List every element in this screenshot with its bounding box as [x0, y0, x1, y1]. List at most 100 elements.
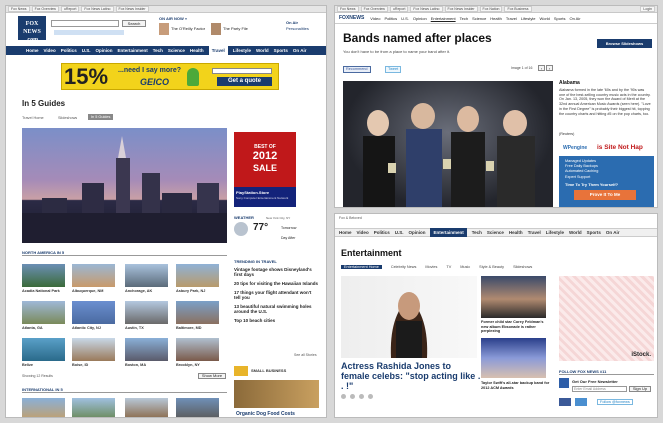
show-name[interactable]: The Party File: [223, 26, 248, 31]
nav-science[interactable]: Science: [168, 48, 185, 53]
show-more-button[interactable]: Show More: [198, 373, 226, 379]
personalities-link[interactable]: Personalities: [286, 26, 309, 31]
nav-tech[interactable]: Tech: [472, 230, 482, 235]
login-link[interactable]: Login: [640, 6, 655, 12]
nav-opinion[interactable]: Opinion: [95, 48, 112, 53]
city-caption[interactable]: Baltimore, MD: [176, 326, 202, 330]
nav-us[interactable]: U.S.: [395, 230, 404, 235]
nav-politics[interactable]: Politics: [374, 230, 390, 235]
search-input[interactable]: [51, 20, 119, 27]
subnav-in5-guides[interactable]: In 5 Guides: [88, 114, 114, 120]
nav-sports[interactable]: Sports: [554, 16, 566, 21]
nav-home[interactable]: Home: [26, 48, 39, 53]
city-caption[interactable]: Asbury Park, NJ: [176, 289, 205, 293]
city-thumb[interactable]: [125, 264, 168, 287]
istock-ad[interactable]: iStock.: [559, 276, 654, 361]
previous-arrow-icon[interactable]: ‹: [538, 65, 545, 71]
organic-dog-food-link[interactable]: Organic Dog Food Costs: [236, 411, 295, 417]
subnav-slideshows[interactable]: Slideshows: [513, 265, 532, 269]
nav-sports[interactable]: Sports: [274, 48, 288, 53]
nav-health[interactable]: Health: [190, 48, 204, 53]
subnav-travel-home[interactable]: Travel Home: [22, 116, 44, 120]
city-caption[interactable]: Atlantic City, NJ: [72, 326, 101, 330]
nav-entertainment[interactable]: Entertainment: [117, 48, 147, 53]
nav-travel[interactable]: Travel: [506, 16, 517, 21]
subnav-celebrity-news[interactable]: Celebrity News: [391, 265, 417, 269]
subnav-tv[interactable]: TV: [446, 265, 451, 269]
facebook-like-icon[interactable]: [559, 398, 571, 406]
city-thumb[interactable]: [22, 301, 65, 324]
city-caption[interactable]: Anchorage, AK: [125, 289, 152, 293]
nav-lifestyle[interactable]: Lifestyle: [521, 16, 536, 21]
nav-travel[interactable]: Travel: [208, 46, 228, 55]
fox-news-logo[interactable]: FOX NEWS .com: [18, 16, 46, 43]
email-input[interactable]: Enter Email Address: [572, 386, 627, 392]
fox-news-logo[interactable]: FOXNEWS: [339, 15, 364, 21]
ad-zip-input[interactable]: [212, 68, 272, 74]
city-caption[interactable]: Albuquerque, NM: [72, 289, 103, 293]
comment-icon[interactable]: [341, 394, 346, 399]
city-thumb[interactable]: [176, 264, 219, 287]
side-story-image[interactable]: [481, 276, 546, 318]
nav-politics[interactable]: Politics: [61, 48, 77, 53]
ad-cta-button[interactable]: Prove It To Me: [574, 190, 636, 200]
nav-lifestyle[interactable]: Lifestyle: [546, 230, 564, 235]
city-caption[interactable]: Acadia National Park: [22, 289, 60, 293]
nav-science[interactable]: Science: [487, 230, 504, 235]
bookmark-item[interactable]: Fox News: [337, 6, 359, 12]
bookmark-item[interactable]: Fox News: [8, 6, 30, 12]
nav-opinion[interactable]: Opinion: [413, 16, 427, 21]
city-caption[interactable]: Brooklyn, NY: [176, 363, 200, 367]
bookmark-item[interactable]: Fox Nation: [479, 6, 503, 12]
band-photo[interactable]: [343, 81, 553, 207]
nav-tech[interactable]: Tech: [460, 16, 468, 21]
nav-lifestyle[interactable]: Lifestyle: [233, 48, 251, 53]
subnav-music[interactable]: Music: [460, 265, 470, 269]
nav-science[interactable]: Science: [472, 16, 486, 21]
city-caption[interactable]: Boise, ID: [72, 363, 88, 367]
trending-item[interactable]: 13 beautiful natural swimming holes arou…: [234, 304, 319, 314]
city-thumb[interactable]: [22, 398, 65, 417]
nav-health[interactable]: Health: [490, 16, 502, 21]
city-thumb[interactable]: [22, 338, 65, 361]
side-story-headline[interactable]: Former child star Corey Feldman's new al…: [481, 320, 551, 334]
next-arrow-icon[interactable]: ›: [546, 65, 553, 71]
tweet-button[interactable]: Tweet: [385, 66, 402, 73]
nav-video[interactable]: Video: [44, 48, 56, 53]
nav-us[interactable]: U.S.: [401, 16, 409, 21]
show-name[interactable]: The O'Reilly Factor: [171, 26, 205, 31]
facebook-recommend-button[interactable]: Recommend: [343, 66, 371, 73]
geico-ad-banner[interactable]: 15% ...need I say more? GEICO Get a quot…: [61, 63, 279, 90]
subnav-style-beauty[interactable]: Style & Beauty: [479, 265, 504, 269]
nav-world[interactable]: World: [256, 48, 269, 53]
city-thumb[interactable]: [125, 398, 168, 417]
trending-item[interactable]: 20 tips for visiting the Hawaiian Island…: [234, 281, 319, 286]
bookmark-item[interactable]: uReport: [389, 6, 409, 12]
login-links[interactable]: [54, 30, 124, 35]
bookmark-item[interactable]: Fox News Latino: [410, 6, 443, 12]
nav-world[interactable]: World: [540, 16, 550, 21]
nav-video[interactable]: Video: [370, 16, 380, 21]
nav-entertainment[interactable]: Entertainment: [430, 228, 467, 237]
city-caption[interactable]: Boston, MA: [125, 363, 146, 367]
wpengine-ad[interactable]: WPengine is Site Not Hap Managed Updates…: [559, 142, 654, 207]
browse-slideshows-button[interactable]: Browse Slideshows: [597, 39, 652, 48]
bookmark-item[interactable]: Fox News Insider: [115, 6, 149, 12]
bookmark-item[interactable]: Fox Overview: [360, 6, 388, 12]
trending-item[interactable]: Top 10 beach cities: [234, 318, 319, 323]
google-plus-icon[interactable]: [575, 398, 587, 406]
nav-video[interactable]: Video: [357, 230, 369, 235]
city-caption[interactable]: Belize: [22, 363, 33, 367]
city-thumb[interactable]: [72, 398, 115, 417]
twitter-icon[interactable]: [359, 394, 364, 399]
search-button[interactable]: Search: [122, 20, 146, 27]
subnav-movies[interactable]: Movies: [425, 265, 437, 269]
nav-world[interactable]: World: [569, 230, 582, 235]
nav-opinion[interactable]: Opinion: [408, 230, 425, 235]
bookmark-item[interactable]: Fox Overview: [31, 6, 59, 12]
subnav-entertainment-home[interactable]: Entertainment Home: [341, 265, 382, 269]
bookmark-item[interactable]: Fox News Insider: [444, 6, 478, 12]
nav-home[interactable]: Home: [339, 230, 352, 235]
nav-entertainment[interactable]: Entertainment: [431, 16, 456, 21]
bookmark-item[interactable]: Fox Business: [504, 6, 532, 12]
